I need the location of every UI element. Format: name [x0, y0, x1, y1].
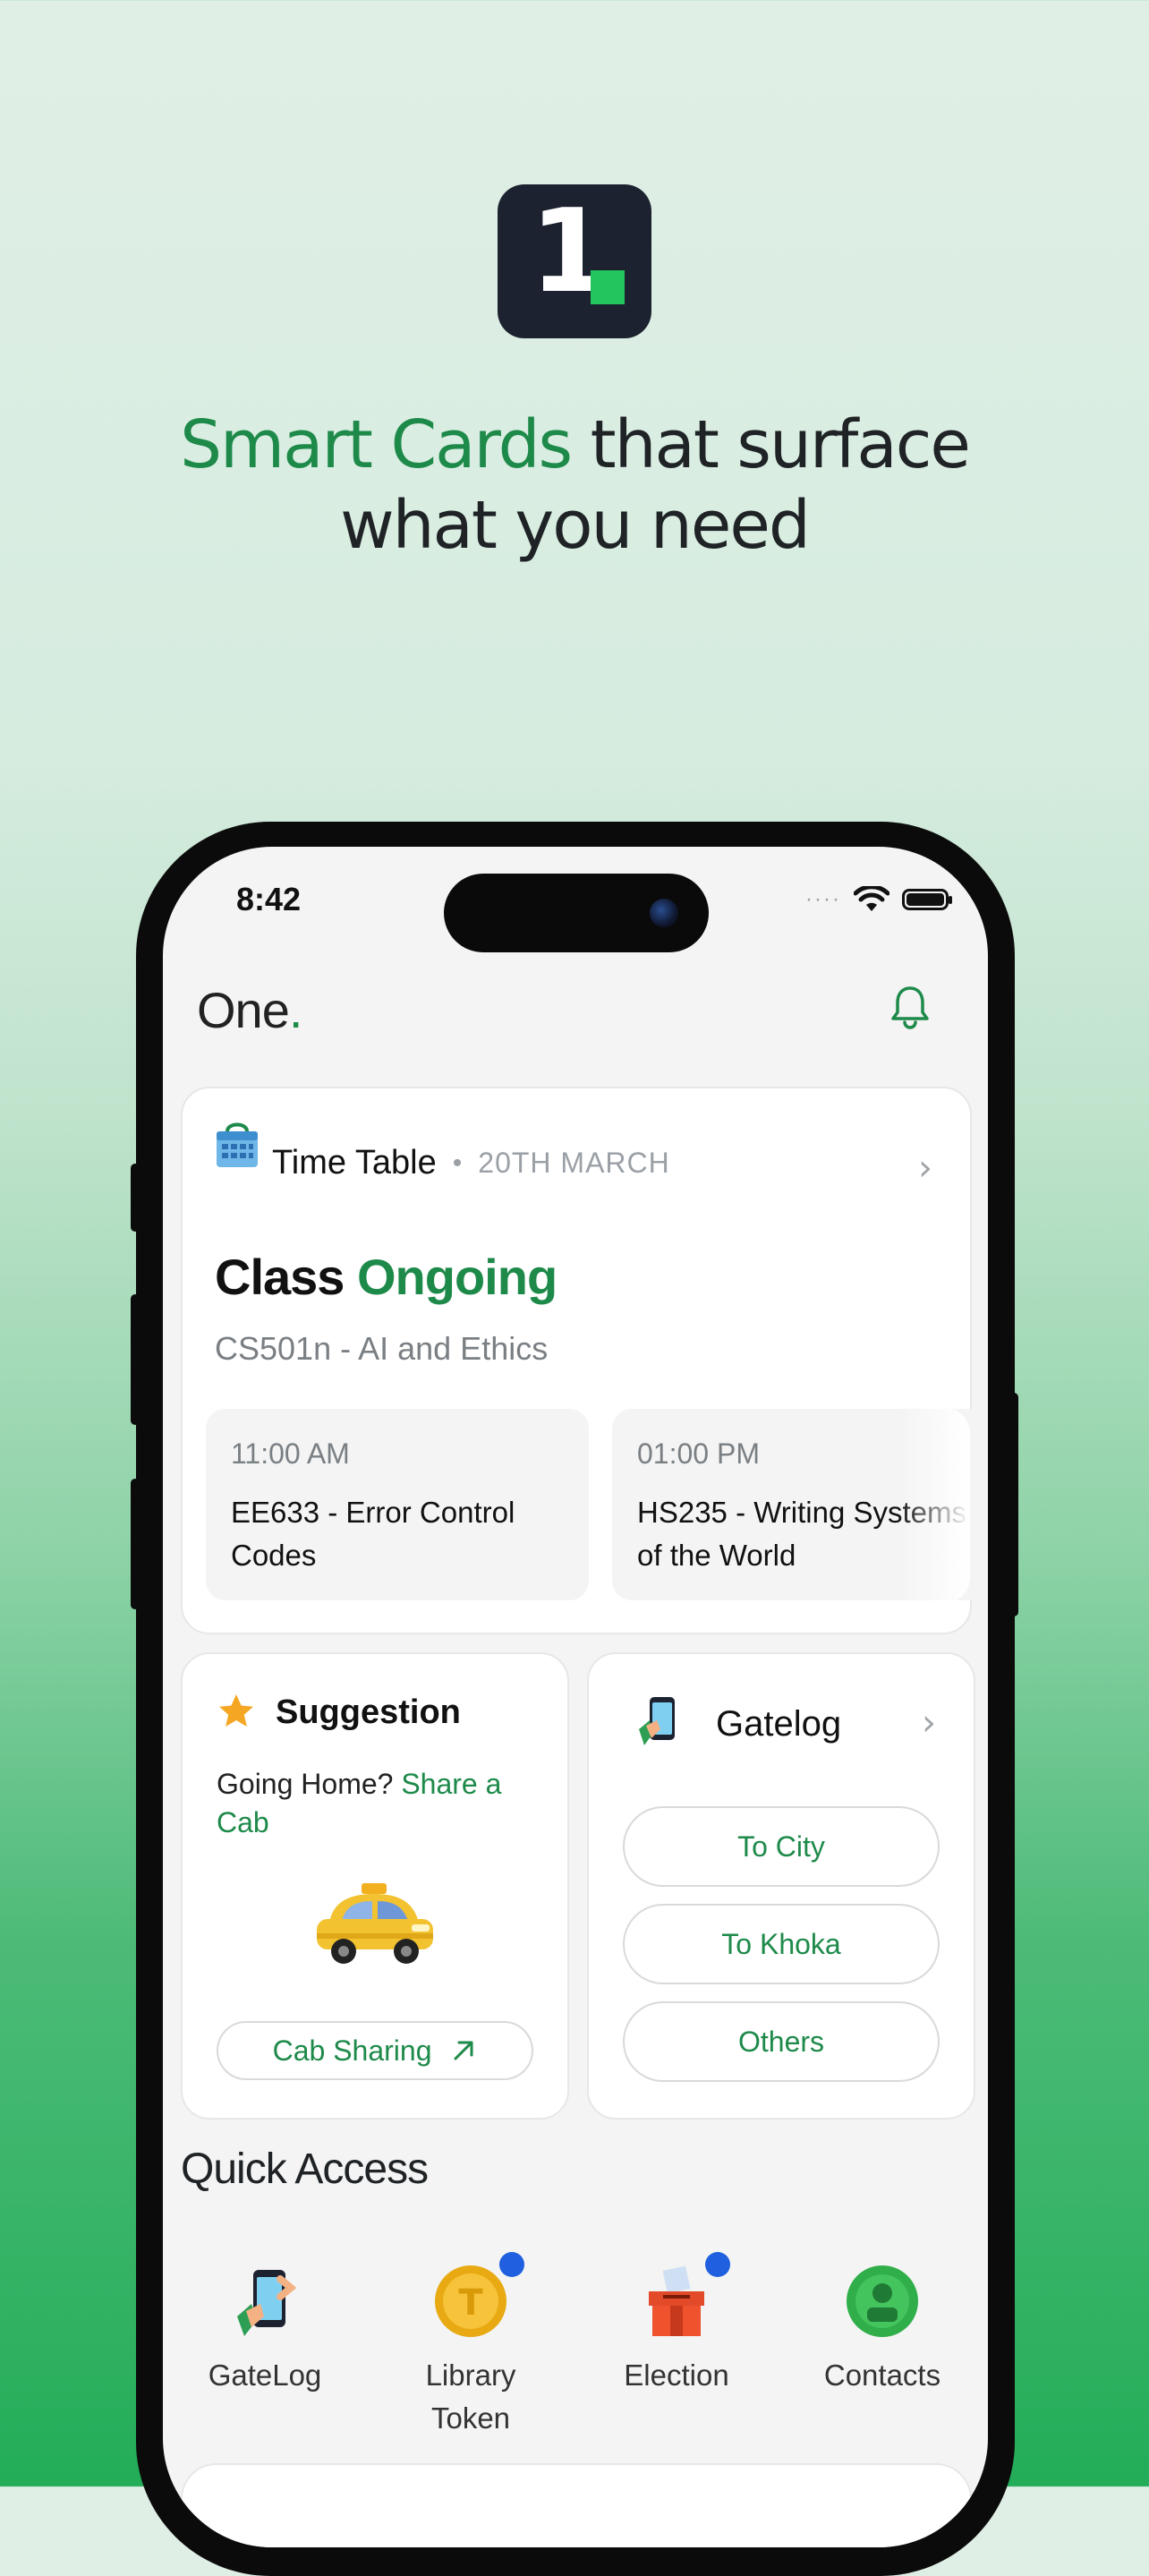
ballot-box-icon: [636, 2261, 717, 2341]
quick-access-label: Library Token: [425, 2358, 516, 2435]
notification-dot: [499, 2252, 524, 2277]
coin-icon: T: [430, 2261, 511, 2341]
cab-sharing-label: Cab Sharing: [272, 2034, 432, 2067]
chevron-right-icon[interactable]: ›: [922, 1702, 936, 1744]
others-button[interactable]: Others: [623, 2001, 940, 2082]
phone-hand-icon: [639, 1697, 675, 1745]
notification-dot: [705, 2252, 730, 2277]
chevron-right-icon[interactable]: ›: [918, 1147, 932, 1189]
to-khoka-button[interactable]: To Khoka: [623, 1904, 940, 1984]
action-button: [131, 1164, 140, 1232]
quick-access-election[interactable]: Election: [587, 2252, 766, 2397]
suggestion-title: Suggestion: [276, 1693, 461, 1731]
calendar-bag-icon: [217, 1122, 258, 1167]
quick-access-label: Contacts: [823, 2358, 941, 2392]
suggestion-card: Suggestion Going Home? Share a Cab Cab S…: [181, 1652, 569, 2120]
suggestion-text: Going Home? Share a Cab: [217, 1765, 548, 1842]
status-prefix: Class: [215, 1249, 345, 1305]
app-brand: One.: [197, 981, 302, 1039]
dynamic-island: [444, 874, 709, 952]
promo-headline: Smart Cards that surface what you need: [0, 405, 1149, 566]
scroll-fade: [898, 1407, 970, 1604]
volume-up-button: [131, 1294, 140, 1425]
notification-bell-icon[interactable]: [888, 983, 932, 1031]
brand-dot: .: [288, 982, 303, 1038]
timetable-card[interactable]: Time Table • 20TH MARCH › Class Ongoing …: [181, 1087, 988, 1634]
suggestion-question: Going Home?: [217, 1768, 394, 1800]
status-value: Ongoing: [357, 1249, 557, 1305]
quick-access-label: Election: [624, 2358, 729, 2392]
current-course: CS501n - AI and Ethics: [215, 1330, 549, 1367]
option-label: To Khoka: [721, 1928, 841, 1960]
app-logo: 1: [498, 184, 651, 338]
timetable-title: Time Table: [272, 1144, 437, 1181]
slot-time: 01:00 PM: [637, 1437, 760, 1470]
slot-time: 11:00 AM: [231, 1437, 350, 1470]
taxi-icon: [317, 1883, 433, 1964]
status-time: 8:42: [236, 881, 302, 917]
next-card-peek: [181, 2463, 972, 2547]
title-separator: •: [452, 1147, 463, 1178]
timetable-header: Time Table • 20TH MARCH: [217, 1122, 670, 1182]
quick-access-label: GateLog: [208, 2358, 322, 2392]
brand-text: One: [197, 982, 290, 1038]
star-icon: [219, 1694, 253, 1727]
headline-line1-rest: that surface: [571, 406, 971, 483]
status-icons: ····: [805, 886, 952, 913]
volume-down-button: [131, 1479, 140, 1609]
option-label: Others: [737, 2026, 825, 2058]
camera-icon: [650, 899, 678, 927]
signal-icon: ····: [805, 887, 841, 911]
schedule-slot[interactable]: 11:00 AM EE633 - Error Control Codes: [206, 1409, 589, 1600]
gatelog-icon: [225, 2261, 305, 2341]
logo-square: [591, 270, 625, 304]
headline-highlight: Smart Cards: [180, 406, 573, 483]
quick-access-library-token[interactable]: T Library Token: [381, 2252, 560, 2440]
to-city-button[interactable]: To City: [623, 1806, 940, 1887]
arrow-up-right-icon: [454, 2041, 473, 2060]
cab-sharing-button[interactable]: Cab Sharing: [217, 2021, 533, 2080]
contacts-icon: [842, 2261, 923, 2341]
phone-screen: 8:42 ···· One. Time Table • 20TH MARCH ›…: [163, 847, 988, 2547]
option-label: To City: [737, 1830, 825, 1863]
slot-course: EE633 - Error Control Codes: [231, 1496, 515, 1572]
svg-text:T: T: [458, 2282, 483, 2324]
quick-access-title: Quick Access: [181, 2145, 429, 2193]
wifi-icon: [854, 886, 889, 911]
class-status: Class Ongoing: [215, 1248, 557, 1306]
power-button: [1009, 1393, 1018, 1616]
battery-icon: [902, 889, 952, 910]
quick-access-gatelog[interactable]: GateLog: [175, 2261, 354, 2397]
timetable-date: 20TH MARCH: [478, 1147, 670, 1179]
gatelog-card[interactable]: Gatelog › To City To Khoka Others: [587, 1652, 975, 2120]
quick-access-contacts[interactable]: Contacts: [793, 2261, 972, 2397]
headline-line2: what you need: [340, 487, 811, 564]
gatelog-title: Gatelog: [716, 1704, 842, 1744]
